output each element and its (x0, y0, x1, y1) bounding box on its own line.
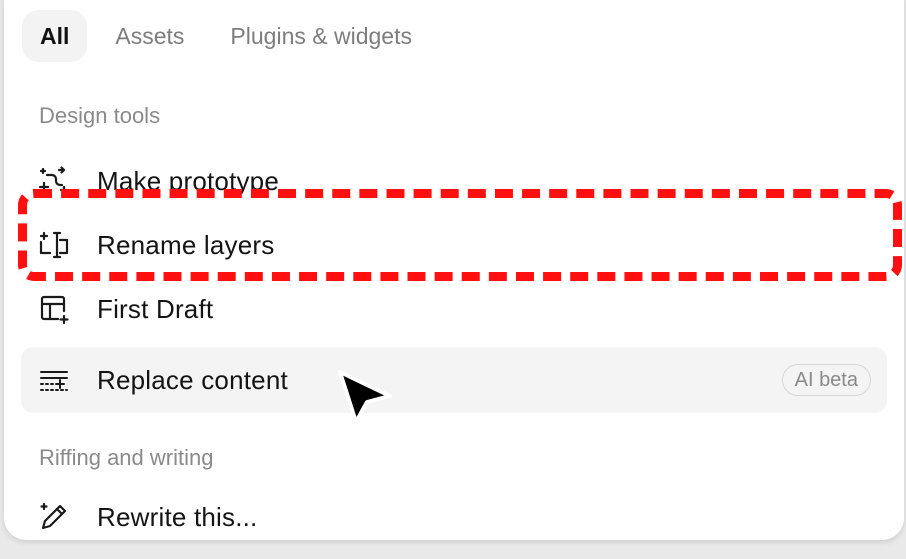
item-rename-layers[interactable]: Rename layers (21, 212, 887, 278)
item-rewrite-this[interactable]: Rewrite this... (21, 484, 887, 540)
replace-content-icon (37, 363, 71, 397)
actions-panel: All Assets Plugins & widgets Design tool… (4, 0, 904, 540)
ai-beta-badge: AI beta (781, 364, 871, 396)
tab-bar: All Assets Plugins & widgets (22, 10, 430, 62)
first-draft-icon (37, 292, 71, 326)
prototype-icon (37, 164, 71, 198)
section-design-tools: Design tools (39, 103, 161, 128)
item-make-prototype[interactable]: Make prototype (21, 148, 887, 214)
mouse-cursor-icon (334, 366, 396, 433)
item-label: Rename layers (97, 229, 275, 260)
tab-assets[interactable]: Assets (97, 10, 202, 62)
item-label: Make prototype (97, 165, 280, 196)
tab-plugins-widgets[interactable]: Plugins & widgets (212, 10, 430, 62)
item-label: Rewrite this... (97, 501, 258, 532)
section-riffing-writing: Riffing and writing (39, 445, 214, 470)
tab-all[interactable]: All (22, 10, 88, 62)
rename-layers-icon (37, 228, 71, 262)
item-label: First Draft (97, 293, 214, 324)
item-replace-content[interactable]: Replace content AI beta (21, 347, 887, 413)
pencil-sparkle-icon (37, 500, 71, 534)
item-label: Replace content (97, 364, 288, 395)
item-first-draft[interactable]: First Draft (21, 276, 887, 342)
